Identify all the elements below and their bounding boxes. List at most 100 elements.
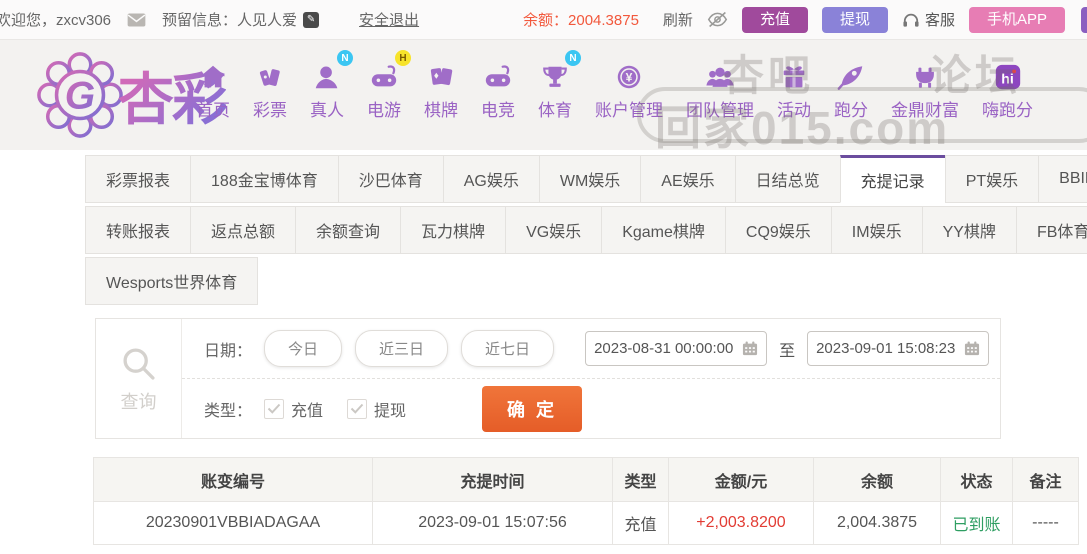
tab-balance-query[interactable]: 余额查询 [295,206,402,254]
coin-icon: ¥ [614,56,644,92]
recharge-checkbox[interactable]: 充值 [264,397,323,421]
tab-pt-casino[interactable]: PT娱乐 [944,155,1040,203]
withdraw-checkbox[interactable]: 提现 [347,397,406,421]
tab-rebate-total[interactable]: 返点总额 [190,206,297,254]
tab-wali-cards[interactable]: 瓦力棋牌 [400,206,507,254]
header: G 杏彩 首页 彩票 N 真人 H 电游 棋牌 电竞 N 体育 ¥ 账户管理 团… [0,40,1087,154]
tab-ag-casino[interactable]: AG娱乐 [442,155,540,203]
top-bar: 欢迎您，zxcv306 预留信息：人见人爱 ✎ 安全退出 余额：2004.387… [0,0,1087,40]
quick-7days-button[interactable]: 近七日 [461,330,555,367]
confirm-button[interactable]: 确 定 [482,385,583,432]
nav-item-account-management[interactable]: ¥ 账户管理 [595,56,663,121]
cell-status: 已到账 [941,502,1013,544]
home-icon [198,56,228,92]
svg-text:G: G [65,75,95,118]
tab-bbin[interactable]: BBIN [1038,155,1087,203]
tickets-icon [255,56,285,92]
type-label: 类型： [204,402,253,420]
date-from-input[interactable]: 2023-08-31 00:00:00 [585,331,768,366]
nav-item-jinding-wealth[interactable]: 金鼎财富 [891,56,959,121]
tab-ae-casino[interactable]: AE娱乐 [640,155,736,203]
tab-vg-casino[interactable]: VG娱乐 [505,206,603,254]
svg-text:¥: ¥ [626,71,633,85]
nav-item-sports[interactable]: N 体育 [538,50,581,121]
gamepad-icon: H [368,50,411,92]
calendar-icon[interactable] [742,341,758,356]
ding-vessel-icon [910,56,940,92]
col-balance: 余额 [814,458,941,501]
tab-kgame-cards[interactable]: Kgame棋牌 [601,206,726,254]
col-amount: 金额/元 [669,458,814,501]
date-to-input[interactable]: 2023-09-01 15:08:23 [807,331,990,366]
checkbox-icon [347,398,368,419]
nav-item-lottery[interactable]: 彩票 [253,56,287,121]
withdraw-button[interactable]: 提现 [821,6,888,33]
records-table: 账变编号 充提时间 类型 金额/元 余额 状态 备注 20230901VBBIA… [93,457,1079,545]
tab-wm-casino[interactable]: WM娱乐 [538,155,642,203]
tab-transfer-report[interactable]: 转账报表 [85,206,192,254]
customer-service-link[interactable]: 客服 [902,9,955,30]
tab-row-2: 转账报表 返点总额 余额查询 瓦力棋牌 VG娱乐 Kgame棋牌 CQ9娱乐 I… [85,206,1087,254]
table-row: 20230901VBBIADAGAA 2023-09-01 15:07:56 充… [94,501,1078,544]
query-panel: 查询 日期： 今日 近三日 近七日 2023-08-31 00:00:00 至 … [95,318,1001,439]
col-remark: 备注 [1029,473,1062,491]
cell-amount: +2,003.8200 [669,502,814,544]
cell-change-id: 20230901VBBIADAGAA [94,502,373,544]
refresh-link[interactable]: 刷新 [663,9,693,30]
nav-item-live-casino[interactable]: N 真人 [310,50,353,121]
svg-text:hi: hi [1001,71,1013,87]
search-label: 查询 [120,391,157,412]
edge-button-sliver[interactable] [1081,6,1087,33]
dealer-icon: N [312,50,353,92]
tab-row-1: 彩票报表 188金宝博体育 沙巴体育 AG娱乐 WM娱乐 AE娱乐 日结总览 充… [85,155,1087,203]
tab-188-sport[interactable]: 188金宝博体育 [190,155,339,203]
tab-deposit-withdraw-records[interactable]: 充提记录 [839,155,946,203]
tab-im-casino[interactable]: IM娱乐 [830,206,923,254]
tab-shaba-sport[interactable]: 沙巴体育 [337,155,444,203]
hot-badge: H [395,50,411,66]
tab-yy-cards[interactable]: YY棋牌 [921,206,1017,254]
tab-fb-sport[interactable]: FB体育 [1015,206,1087,254]
col-type: 类型 [613,458,669,501]
reserved-info: 预留信息：人见人爱 ✎ [162,9,320,30]
nav-item-cards[interactable]: 棋牌 [424,56,458,121]
quick-today-button[interactable]: 今日 [264,330,343,367]
logout-link[interactable]: 安全退出 [359,9,419,30]
mobile-app-button[interactable]: 手机APP [968,6,1065,33]
nav-item-home[interactable]: 首页 [196,56,230,121]
tab-lottery-report[interactable]: 彩票报表 [85,155,192,203]
people-icon [704,56,736,92]
quick-3days-button[interactable]: 近三日 [355,330,449,367]
balance-text: 余额：2004.3875 [523,12,639,29]
envelope-icon[interactable] [127,12,146,27]
new-badge: N [337,50,353,66]
col-status: 状态 [941,458,1013,501]
type-filter-row: 类型： 充值 提现 确 定 [182,379,1000,438]
search-icon [122,347,155,380]
tab-daily-summary[interactable]: 日结总览 [734,155,841,203]
cell-time: 2023-09-01 15:07:56 [373,502,613,544]
nav-item-slots[interactable]: H 电游 [367,50,411,121]
gamepad-icon [482,56,514,92]
tab-wesports[interactable]: Wesports世界体育 [85,257,259,305]
nav-item-paofen[interactable]: 跑分 [834,56,868,121]
recharge-button[interactable]: 充值 [741,6,808,33]
nav-item-team-management[interactable]: 团队管理 [686,56,754,121]
edit-icon[interactable]: ✎ [303,11,320,28]
report-tabs: 彩票报表 188金宝博体育 沙巴体育 AG娱乐 WM娱乐 AE娱乐 日结总览 充… [85,155,1087,308]
tab-cq9-casino[interactable]: CQ9娱乐 [724,206,832,254]
cell-type: 充值 [613,502,669,544]
calendar-icon[interactable] [964,341,980,356]
date-label: 日期： [204,342,253,360]
nav-item-esports[interactable]: 电竞 [481,56,515,121]
nav-item-promotions[interactable]: 活动 [777,56,811,121]
gift-icon [779,56,809,92]
nav-item-hi-paofen[interactable]: hi 嗨跑分 [982,56,1033,121]
eye-off-icon[interactable] [707,11,728,28]
col-change-id: 账变编号 [94,458,373,501]
page: 欢迎您，zxcv306 预留信息：人见人爱 ✎ 安全退出 余额：2004.387… [0,0,1087,554]
cards-icon [426,56,456,92]
headphones-icon [902,12,920,28]
cell-remark: ----- [1032,514,1059,531]
checkbox-icon [264,398,285,419]
